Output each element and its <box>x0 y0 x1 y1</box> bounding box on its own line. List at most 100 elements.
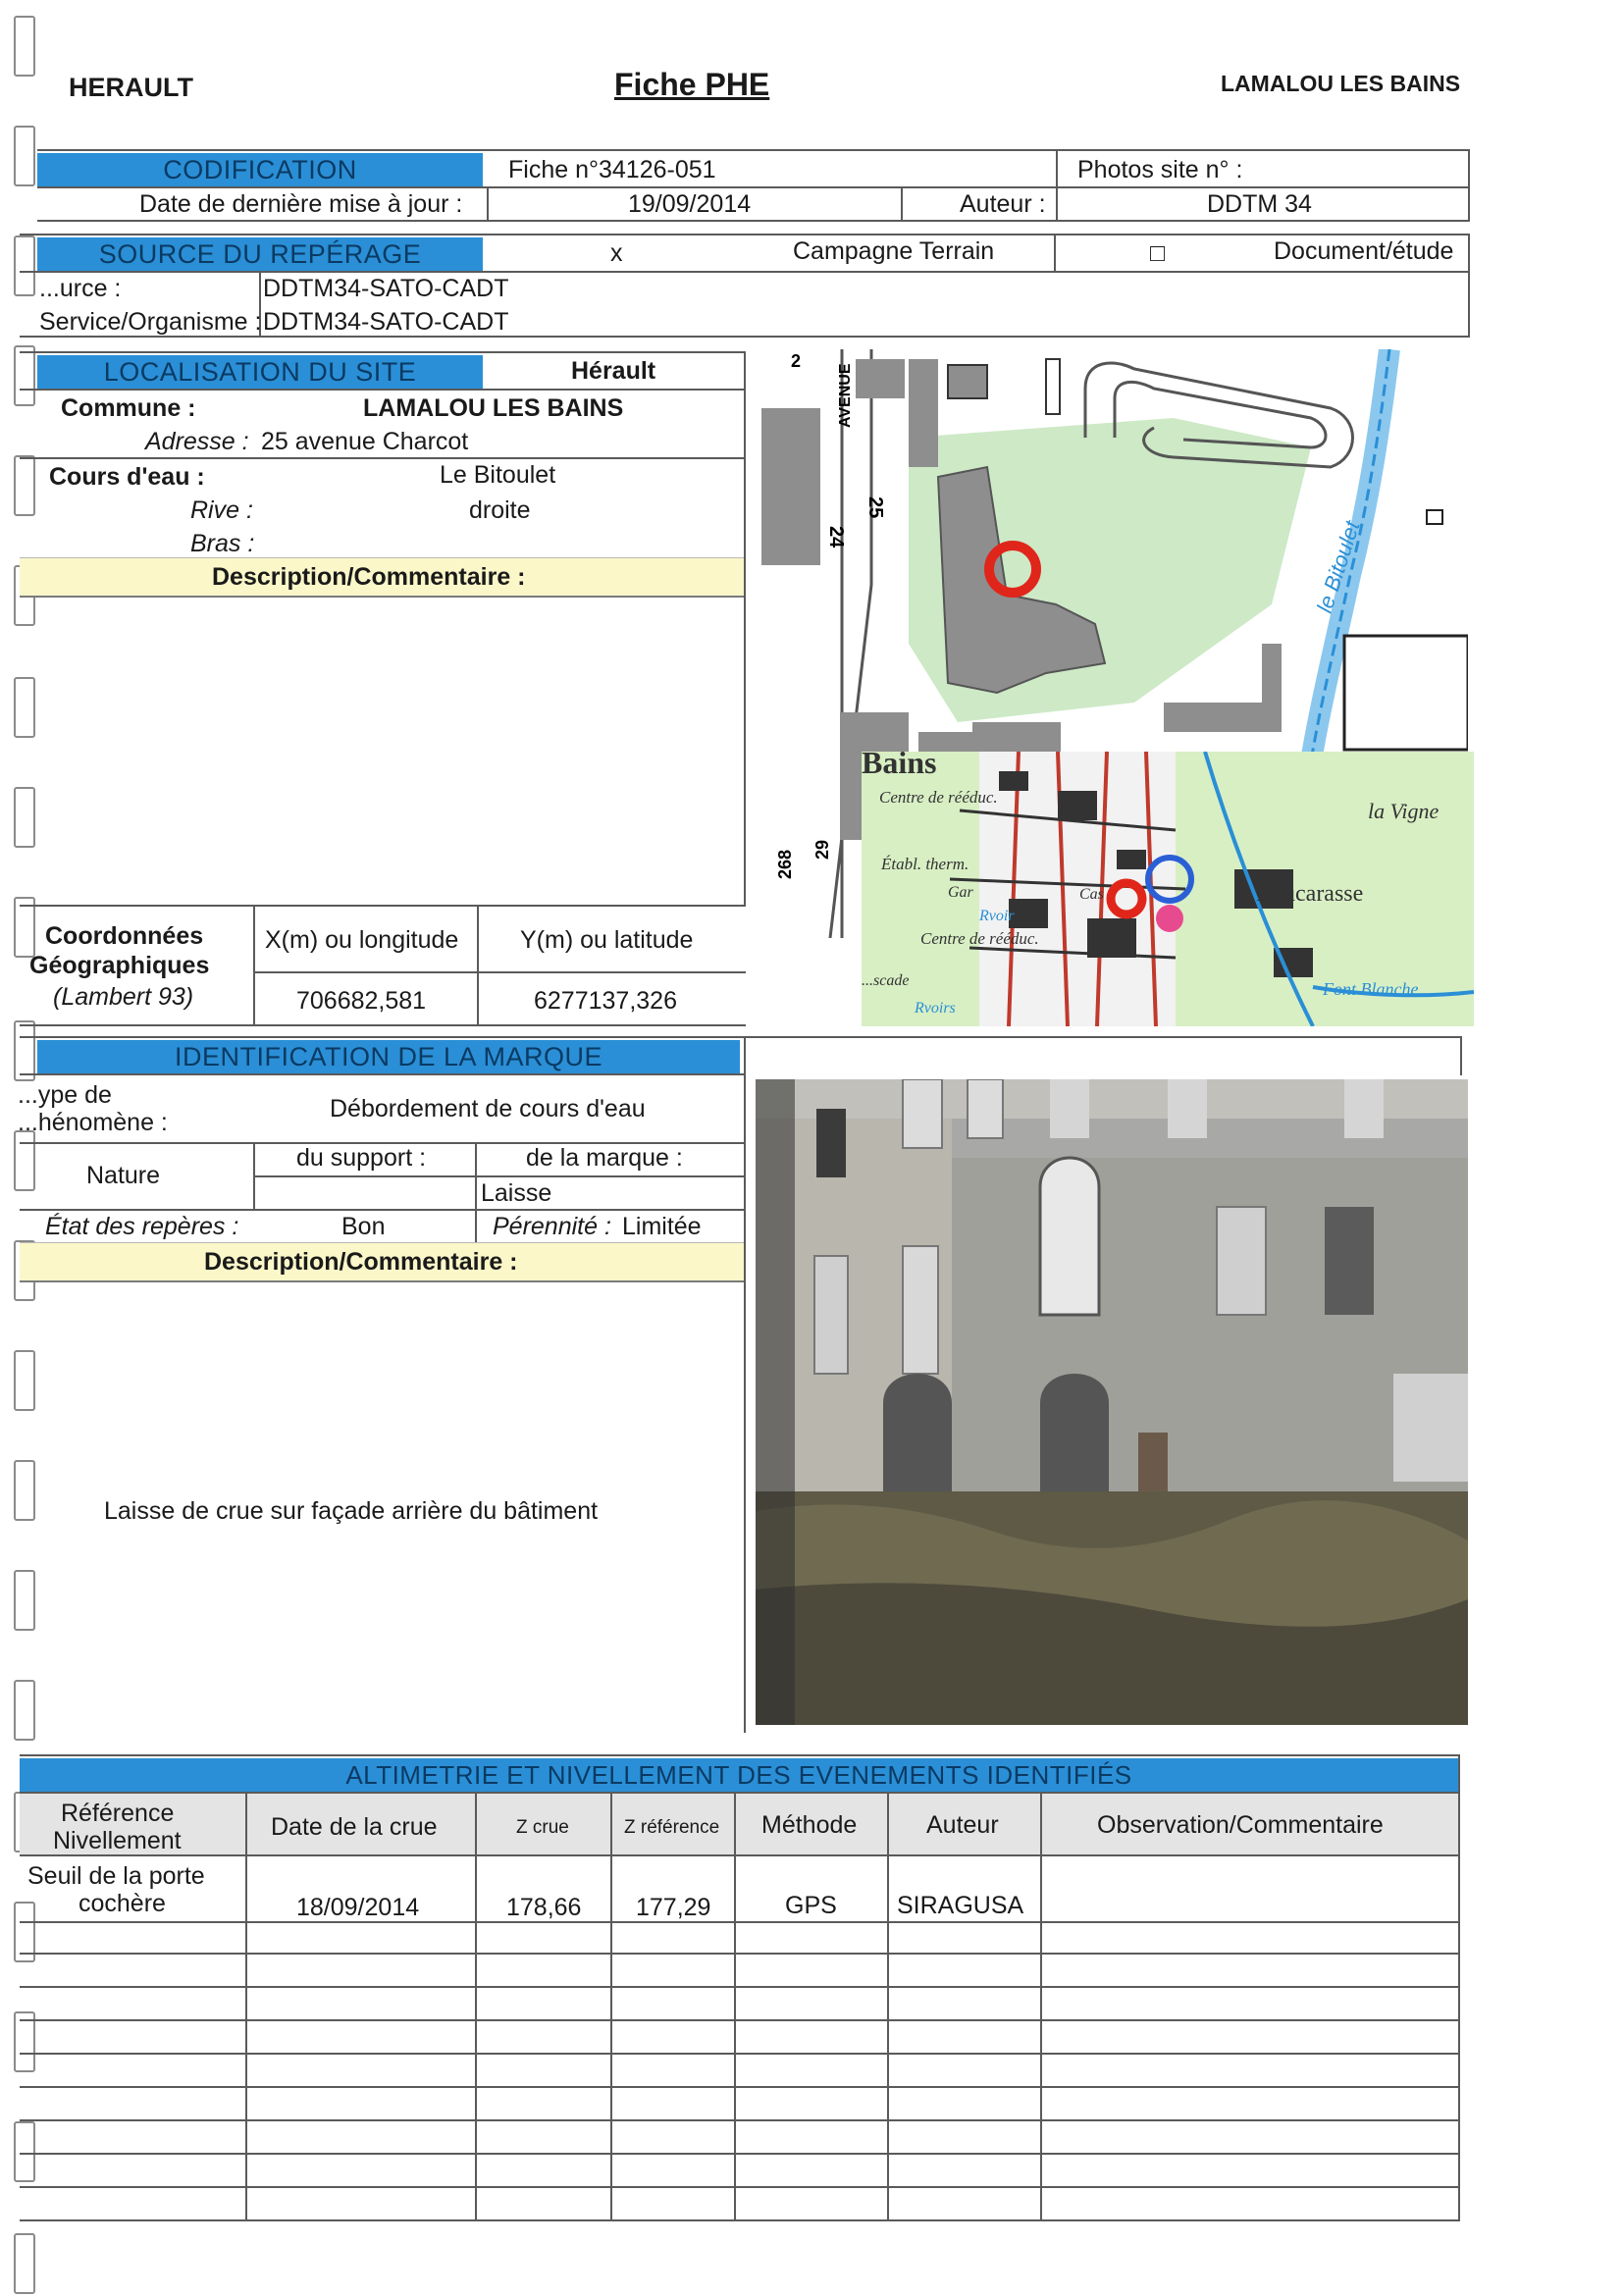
codification-heading: CODIFICATION <box>37 153 483 186</box>
header-commune: LAMALOU LES BAINS <box>1221 71 1461 96</box>
auteur-label: Auteur : <box>960 190 1046 218</box>
support-label: du support : <box>296 1144 427 1172</box>
page-title: Fiche PHE <box>614 67 770 102</box>
y-value: 6277137,326 <box>534 987 677 1015</box>
topo-label-gar: Gar <box>948 884 974 901</box>
etat-value: Bon <box>341 1213 386 1240</box>
binder-hole <box>14 2121 35 2182</box>
row1-date: 18/09/2014 <box>296 1894 420 1921</box>
binder-hole <box>14 126 35 186</box>
map-label-24: 24 <box>825 526 847 548</box>
document-checkbox: □ <box>1150 239 1166 267</box>
col-reference-2: Nivellement <box>53 1827 182 1854</box>
campagne-checkbox: x <box>610 239 623 267</box>
binder-hole <box>14 1020 35 1081</box>
binder-hole <box>14 2233 35 2294</box>
topo-label-bains: Bains <box>862 752 936 780</box>
rive-value: droite <box>469 496 531 524</box>
source-label: ...urce : <box>39 275 122 302</box>
col-zref: Z référence <box>624 1817 720 1838</box>
map-label-2: 2 <box>791 351 801 371</box>
row1-zcrue: 178,66 <box>506 1894 582 1921</box>
commune-label: Commune : <box>61 394 196 422</box>
site-photo <box>756 1079 1468 1725</box>
topo-label-etabl-therm: Établ. therm. <box>880 855 969 873</box>
service-value: DDTM34-SATO-CADT <box>263 308 509 336</box>
col-zcrue: Z crue <box>516 1817 569 1838</box>
binder-hole <box>14 16 35 77</box>
binder-hole <box>14 677 35 738</box>
coord-label-2: Géographiques <box>29 952 210 979</box>
map-label-29: 29 <box>812 840 832 860</box>
map-label-25: 25 <box>864 496 886 518</box>
identification-heading: IDENTIFICATION DE LA MARQUE <box>37 1040 740 1073</box>
row1-auteur: SIRAGUSA <box>897 1892 1024 1919</box>
cours-value: Le Bitoulet <box>440 461 556 489</box>
binder-hole <box>14 345 35 406</box>
y-label: Y(m) ou latitude <box>520 926 694 954</box>
identification-description-text: Laisse de crue sur façade arrière du bât… <box>104 1497 599 1525</box>
binder-hole <box>14 787 35 848</box>
coord-label-3: (Lambert 93) <box>53 983 194 1011</box>
col-methode: Méthode <box>761 1811 858 1839</box>
date-label: Date de dernière mise à jour : <box>139 190 463 218</box>
row1-reference-1: Seuil de la porte <box>27 1862 205 1890</box>
marque-label: de la marque : <box>526 1144 683 1172</box>
map-label-268: 268 <box>775 850 795 879</box>
binder-hole <box>14 1130 35 1191</box>
bras-label: Bras : <box>190 530 255 557</box>
binder-hole <box>14 235 35 296</box>
binder-hole <box>14 1350 35 1411</box>
map-label-avenue: AVENUE <box>837 363 854 428</box>
topo-label-centre-reeduc-2: Centre de rééduc. <box>920 929 1039 948</box>
fiche-number: Fiche n°34126-051 <box>508 156 716 183</box>
identification-description-label: Description/Commentaire : <box>204 1248 518 1276</box>
topo-label-font-blanche: Font Blanche <box>1322 979 1418 999</box>
localisation-departement: Hérault <box>571 357 656 385</box>
campagne-label: Campagne Terrain <box>793 237 995 265</box>
localisation-description-label: Description/Commentaire : <box>212 563 526 591</box>
auteur-value: DDTM 34 <box>1207 190 1312 218</box>
x-value: 706682,581 <box>296 987 427 1015</box>
document-label: Document/étude <box>1274 237 1454 265</box>
topo-label-roucarasse: Roucarasse <box>1256 881 1363 907</box>
department-label: HERAULT <box>69 73 193 102</box>
topo-label-cas: Cas <box>1079 886 1104 903</box>
col-auteur: Auteur <box>926 1811 999 1839</box>
adresse-label: Adresse : <box>145 428 249 455</box>
topo-label-rvoirs: Rvoirs <box>914 1000 956 1017</box>
topo-map-inset: Bains Centre de rééduc. Établ. therm. Ga… <box>862 752 1474 1026</box>
localisation-heading: LOCALISATION DU SITE <box>37 355 483 389</box>
rive-label: Rive : <box>190 496 253 524</box>
topo-label-centre-reeduc: Centre de rééduc. <box>879 788 998 807</box>
perennite-value: Limitée <box>622 1213 702 1240</box>
topo-label-cascade: ...scade <box>862 972 909 989</box>
topo-label-la-vigne: la Vigne <box>1368 799 1440 823</box>
service-label: Service/Organisme : <box>39 308 262 336</box>
adresse-value: 25 avenue Charcot <box>261 428 469 455</box>
col-observation: Observation/Commentaire <box>1097 1811 1384 1839</box>
binder-hole <box>14 455 35 516</box>
type-label-1: ...ype de <box>18 1081 112 1109</box>
source-value: DDTM34-SATO-CADT <box>263 275 509 302</box>
etat-label: État des repères : <box>45 1213 239 1240</box>
col-reference-1: Référence <box>61 1800 175 1827</box>
row1-methode: GPS <box>785 1892 837 1919</box>
nature-label: Nature <box>86 1162 161 1189</box>
perennite-label: Pérennité : <box>493 1213 611 1240</box>
binder-hole <box>14 1570 35 1631</box>
altimetrie-heading: ALTIMETRIE ET NIVELLEMENT DES EVENEMENTS… <box>20 1758 1458 1792</box>
topo-label-rvoir: Rvoir <box>978 908 1015 924</box>
marque-value: Laisse <box>481 1179 552 1207</box>
type-label-2: ...hénomène : <box>18 1109 168 1136</box>
cours-label: Cours d'eau : <box>49 463 205 491</box>
row1-reference-2: cochère <box>79 1890 166 1917</box>
date-value: 19/09/2014 <box>628 190 752 218</box>
type-value: Débordement de cours d'eau <box>330 1095 646 1122</box>
x-label: X(m) ou longitude <box>265 926 459 954</box>
source-heading: SOURCE DU REPÉRAGE <box>37 237 483 271</box>
binder-hole <box>14 1460 35 1521</box>
binder-hole <box>14 1680 35 1741</box>
coord-label-1: Coordonnées <box>45 922 204 950</box>
photos-label: Photos site n° : <box>1077 156 1243 183</box>
